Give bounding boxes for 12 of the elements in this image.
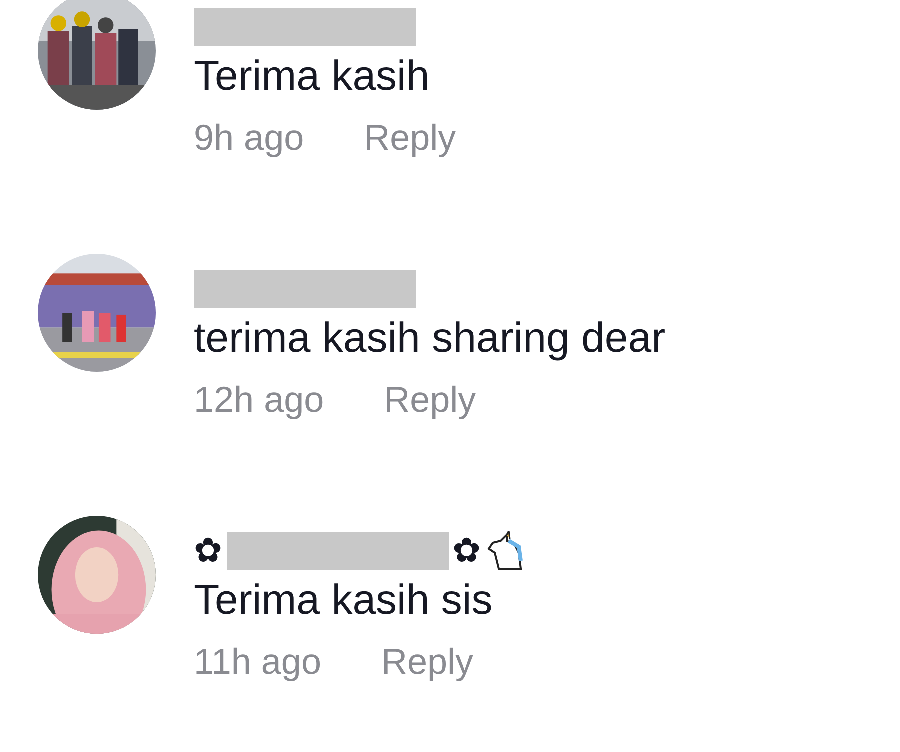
unicorn-icon [485,531,525,571]
comment-time: 9h ago [194,116,304,160]
reply-link[interactable]: Reply [364,108,456,168]
comment-text: terima kasih sharing dear [194,313,666,363]
username-symbol: ✿ [452,531,481,572]
comment-time: 11h ago [194,640,322,684]
comment-text: Terima kasih sis [194,575,494,625]
username-symbol: ✿ [194,531,222,572]
comment-text: Terima kasih [194,51,431,101]
comment-time: 12h ago [194,378,324,422]
reply-link[interactable]: Reply [381,632,474,692]
reply-link[interactable]: Reply [384,370,476,430]
